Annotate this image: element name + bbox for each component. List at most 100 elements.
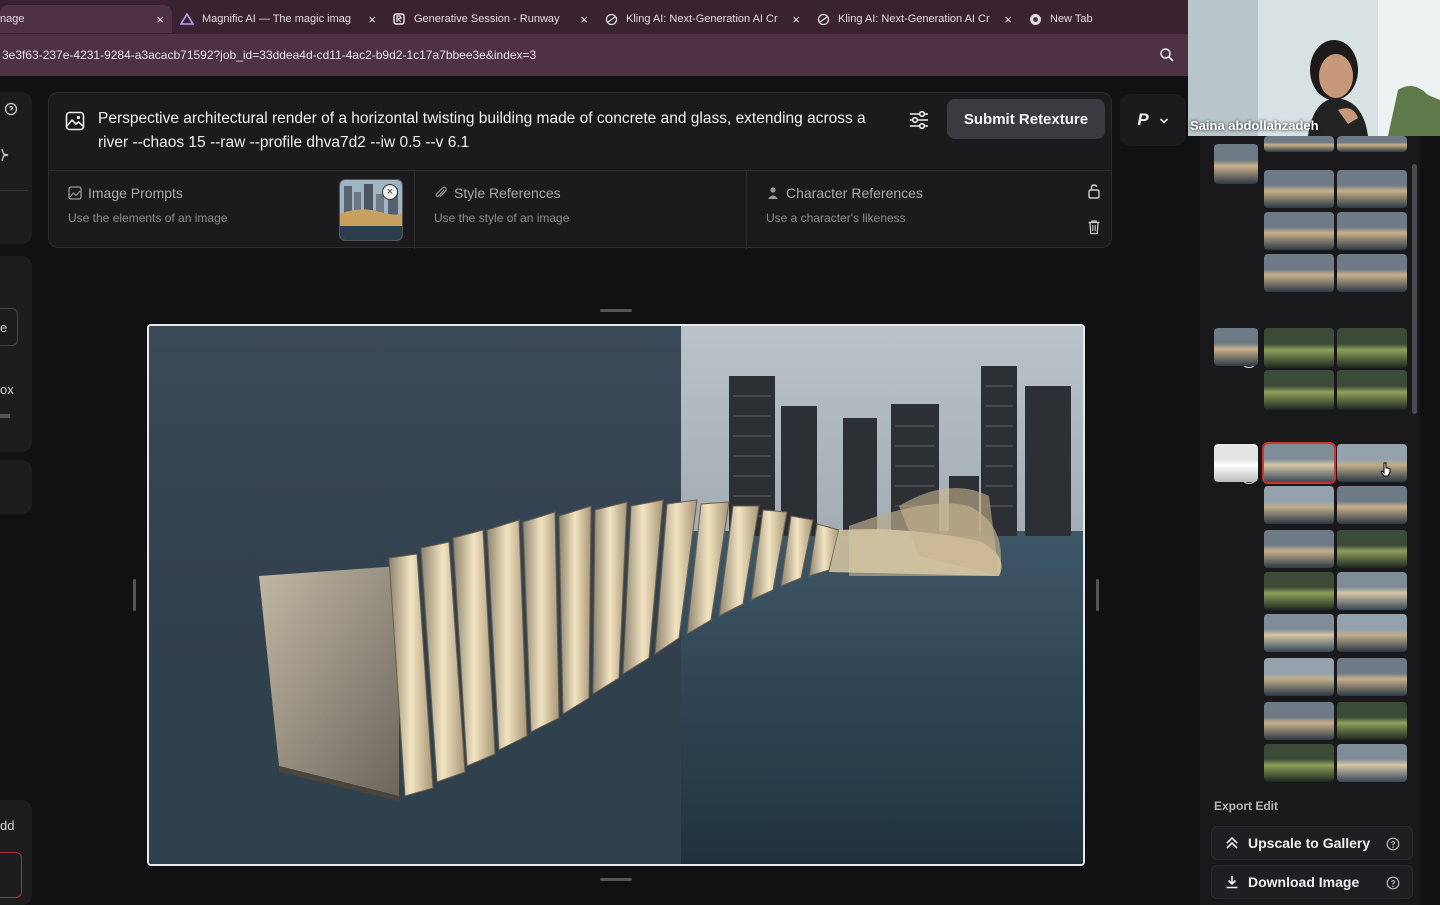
gallery-scrollbar[interactable] (1412, 164, 1417, 414)
prompt-input[interactable]: Perspective architectural render of a ho… (98, 107, 878, 154)
settings-sliders-icon[interactable] (907, 109, 931, 131)
prompt-card: Perspective architectural render of a ho… (48, 92, 1112, 249)
resize-handle-top[interactable] (600, 309, 632, 312)
help-icon[interactable] (1386, 837, 1400, 851)
gallery-thumbnail[interactable] (1337, 572, 1407, 610)
tab-close-icon[interactable]: × (156, 12, 164, 27)
gallery-thumbnail[interactable] (1337, 212, 1407, 250)
building-render (149, 326, 1083, 864)
trash-icon[interactable] (1083, 213, 1105, 241)
gallery-thumbnail[interactable] (1337, 254, 1407, 292)
character-references-slot[interactable]: Character References Use a character's l… (747, 171, 1111, 249)
image-prompts-slot[interactable]: Image Prompts Use the elements of an ima… (49, 171, 415, 249)
style-references-slot[interactable]: Style References Use the style of an ima… (415, 171, 747, 249)
preset-dropdown[interactable]: P (1120, 94, 1186, 146)
gallery-thumbnail[interactable] (1264, 744, 1334, 782)
resize-handle-bottom[interactable] (600, 878, 632, 881)
remove-image-icon[interactable]: × (382, 184, 398, 200)
left-panel: e ox (0, 256, 32, 452)
gallery-thumbnail[interactable] (1264, 254, 1334, 292)
address-bar[interactable]: 3e3f63-237e-4231-9284-a3acacb71592?job_i… (0, 34, 1188, 76)
gallery-thumbnail[interactable] (1264, 530, 1334, 568)
browser-tab-bar: nage × Magnific AI — The magic imag × Ge… (0, 0, 1188, 34)
tab-title: Magnific AI — The magic imag (202, 13, 351, 25)
runway-logo-icon (392, 12, 406, 26)
gallery-thumbnail[interactable] (1337, 614, 1407, 652)
tab-new-tab[interactable]: New Tab (1020, 5, 1170, 33)
gallery-thumbnail[interactable] (1264, 702, 1334, 740)
tab-active[interactable]: nage × (0, 5, 172, 33)
tab-kling-2[interactable]: Kling AI: Next-Generation AI Cr × (808, 5, 1020, 33)
tab-close-icon[interactable]: × (1004, 12, 1012, 27)
upscale-to-gallery-button[interactable]: Upscale to Gallery (1211, 826, 1413, 860)
gallery-thumbnail[interactable] (1264, 572, 1334, 610)
download-label: Download Image (1248, 874, 1360, 890)
help-icon[interactable] (4, 102, 18, 121)
gallery-thumbnail[interactable] (1337, 486, 1407, 524)
gallery-thumbnail[interactable] (1262, 442, 1336, 484)
resize-handle-left[interactable] (133, 579, 136, 611)
add-label[interactable]: dd (0, 818, 14, 833)
gallery-source-thumbnail[interactable] (1214, 444, 1258, 482)
gallery-thumbnail[interactable] (1337, 444, 1407, 482)
gallery-thumbnail[interactable] (1337, 136, 1407, 152)
tab-close-icon[interactable]: × (368, 12, 376, 27)
gallery-thumbnail[interactable] (1337, 744, 1407, 782)
tab-title: nage (0, 13, 25, 25)
person-icon (766, 186, 780, 200)
gallery-thumbnail[interactable] (1337, 328, 1407, 368)
ref-title: Image Prompts (88, 185, 183, 201)
left-add-panel: dd (0, 800, 32, 905)
unlock-icon[interactable] (1083, 177, 1105, 205)
left-panel-text: ox (0, 382, 14, 397)
chrome-icon (1028, 12, 1042, 26)
tab-magnific[interactable]: Magnific AI — The magic imag × (172, 5, 384, 33)
tab-title: Kling AI: Next-Generation AI Cr (626, 13, 778, 25)
gallery-source-thumbnail[interactable] (1214, 328, 1258, 366)
gallery-thumbnail[interactable] (1337, 658, 1407, 696)
gallery-source-thumbnail[interactable] (1214, 144, 1258, 184)
tab-title: New Tab (1050, 13, 1093, 25)
gallery-thumbnail[interactable] (1264, 136, 1334, 152)
download-icon (1224, 874, 1240, 890)
download-image-button[interactable]: Download Image (1211, 865, 1413, 899)
kling-logo-icon (604, 12, 618, 26)
export-edit-label: Export Edit (1214, 799, 1279, 813)
left-toolbar (0, 92, 32, 244)
help-icon[interactable] (1386, 876, 1400, 890)
tab-title: Kling AI: Next-Generation AI Cr (838, 13, 990, 25)
main-render-image[interactable] (147, 324, 1085, 866)
gallery-thumbnail[interactable] (1337, 530, 1407, 568)
sparkle-icon[interactable] (0, 148, 10, 167)
video-call-overlay: Saina abdollahzadeh (1188, 0, 1440, 136)
gallery-thumbnail[interactable] (1264, 370, 1334, 410)
image-prompt-icon (68, 186, 82, 200)
gallery-thumbnail[interactable] (1264, 658, 1334, 696)
gallery-thumbnail[interactable] (1337, 170, 1407, 208)
zoom-icon[interactable] (1158, 46, 1176, 64)
submit-retexture-button[interactable]: Submit Retexture (947, 99, 1105, 139)
gallery-panel: R R Export Edit Upscale to Gallery Downl… (1200, 136, 1420, 905)
left-panel-text: e (0, 320, 8, 335)
resize-handle-right[interactable] (1096, 579, 1099, 611)
reference-row: Image Prompts Use the elements of an ima… (49, 170, 1111, 249)
gallery-thumbnail[interactable] (1264, 212, 1334, 250)
tab-runway[interactable]: Generative Session - Runway × (384, 5, 596, 33)
tab-close-icon[interactable]: × (792, 12, 800, 27)
tab-kling-1[interactable]: Kling AI: Next-Generation AI Cr × (596, 5, 808, 33)
image-prompt-thumbnail[interactable]: × (339, 179, 403, 241)
screen: { "browser": { "tabs": [ {"title": "nage… (0, 0, 1440, 905)
magnific-logo-icon (180, 12, 194, 26)
preset-label: P (1137, 110, 1149, 129)
gallery-thumbnail[interactable] (1264, 170, 1334, 208)
upscale-label: Upscale to Gallery (1248, 835, 1371, 851)
gallery-thumbnail[interactable] (1264, 328, 1334, 368)
tab-close-icon[interactable]: × (580, 12, 588, 27)
gallery-thumbnail[interactable] (1337, 370, 1407, 410)
upscale-icon (1224, 835, 1240, 851)
gallery-thumbnail[interactable] (1264, 486, 1334, 524)
url-text[interactable]: 3e3f63-237e-4231-9284-a3acacb71592?job_i… (0, 48, 536, 62)
gallery-thumbnail[interactable] (1337, 702, 1407, 740)
gallery-thumbnail[interactable] (1264, 614, 1334, 652)
left-panel-button[interactable] (0, 460, 32, 514)
